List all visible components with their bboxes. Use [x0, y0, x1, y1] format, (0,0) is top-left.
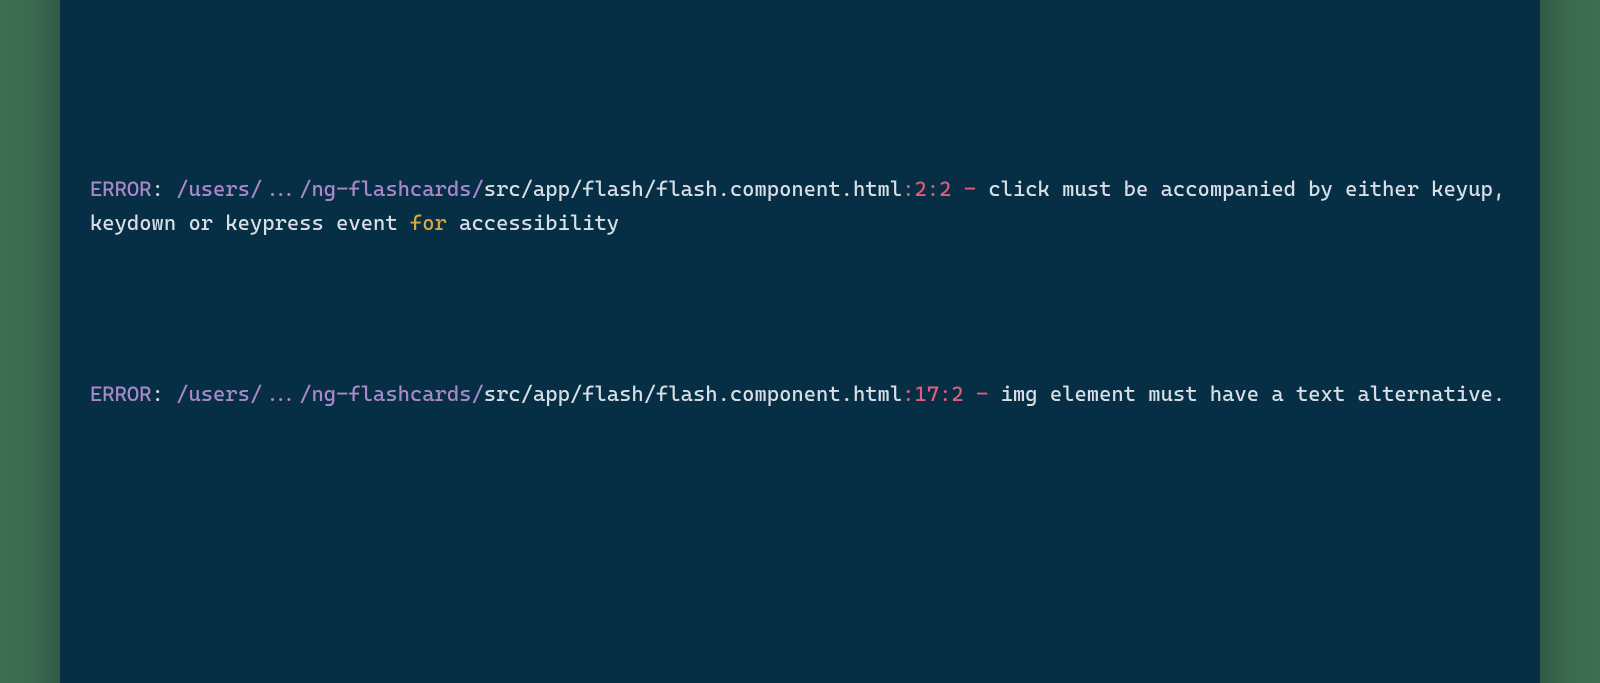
- error-message: accessibility: [447, 211, 619, 235]
- component-word: component: [730, 382, 841, 406]
- error-label: ERROR: [90, 382, 152, 406]
- error-message: img element must have a text alternative…: [1001, 382, 1506, 406]
- path-suffix: src/app/flash/flash: [484, 177, 718, 201]
- colon: :: [152, 177, 177, 201]
- path-prefix: /users/.../ng-flashcards/: [176, 382, 484, 406]
- blank-line: [90, 513, 1510, 547]
- stage: > ng lint Linting "ng-flashcards"... ERR…: [0, 0, 1600, 683]
- line-number: 2: [914, 177, 926, 201]
- colon: :: [927, 177, 939, 201]
- dot: .: [841, 382, 853, 406]
- blank-line: [90, 2, 1510, 36]
- colon: :: [939, 382, 951, 406]
- column-number: 2: [939, 177, 951, 201]
- keyword-for: for: [410, 211, 447, 235]
- dot: .: [718, 382, 730, 406]
- component-word: component: [730, 177, 841, 201]
- dot: .: [841, 177, 853, 201]
- path-prefix: /users/.../ng-flashcards/: [176, 177, 484, 201]
- error-line-2: ERROR: /users/.../ng-flashcards/src/app/…: [90, 377, 1510, 411]
- dash: -: [964, 382, 1001, 406]
- line-number: 17: [914, 382, 939, 406]
- error-label: ERROR: [90, 177, 152, 201]
- dash: -: [951, 177, 988, 201]
- path-suffix: src/app/flash/flash: [484, 382, 718, 406]
- colon: :: [152, 382, 177, 406]
- terminal-window: > ng lint Linting "ng-flashcards"... ERR…: [60, 0, 1540, 683]
- error-line-1: ERROR: /users/.../ng-flashcards/src/app/…: [90, 172, 1510, 240]
- terminal-output: > ng lint Linting "ng-flashcards"... ERR…: [90, 0, 1510, 683]
- dot: .: [718, 177, 730, 201]
- column-number: 2: [951, 382, 963, 406]
- file-ext: html: [853, 177, 902, 201]
- file-ext: html: [853, 382, 902, 406]
- colon: :: [902, 382, 914, 406]
- colon: :: [902, 177, 914, 201]
